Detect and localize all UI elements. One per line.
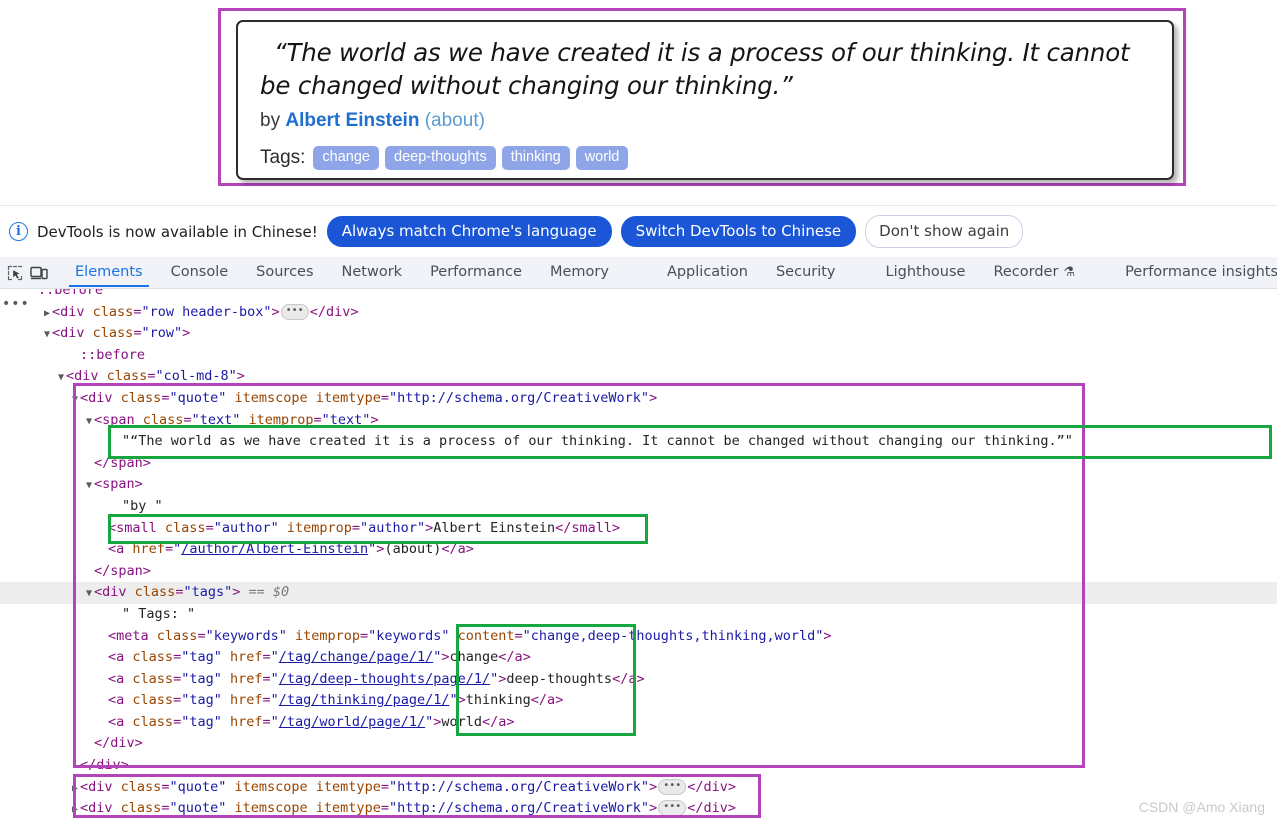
quote-byline: by Albert Einstein (about) [260,109,1150,133]
dom-gutter-more-icon[interactable]: ••• [2,296,30,312]
dom-node-row[interactable]: "“The world as we have created it is a p… [0,431,1277,453]
dom-node-row[interactable]: <a class="tag" href="/tag/thinking/page/… [0,690,1277,712]
annotation-quote-card-outline: “The world as we have created it is a pr… [218,8,1186,186]
dom-node-row[interactable]: <a class="tag" href="/tag/world/page/1/"… [0,712,1277,734]
dom-node-row[interactable]: <small class="author" itemprop="author">… [0,518,1277,540]
tab-label: Sources [256,264,314,280]
watermark: CSDN @Amo Xiang [1138,799,1265,815]
elements-dom-tree[interactable]: ::before ▶ <div class="row header-box"> •••… [0,289,1277,821]
tab-lighthouse[interactable]: Lighthouse [872,259,980,286]
disclosure-triangle-icon[interactable]: ▼ [70,389,80,411]
dom-node-row[interactable]: ▶ <div class="row header-box"> ••• </div> [0,302,1277,324]
tab-label: Security [775,264,836,280]
dom-node-row[interactable]: ::before [0,345,1277,367]
quote-text: “The world as we have created it is a pr… [260,38,1130,100]
disclosure-triangle-icon[interactable]: ▼ [56,367,66,389]
tab-label: Application [666,264,748,280]
tab-performance-insights[interactable]: Performance insights ⚗ [1111,259,1277,286]
dom-node-row[interactable]: ▼ <div class="col-md-8"> [0,366,1277,388]
tag-chip-deep-thoughts[interactable]: deep-thoughts [385,146,496,170]
dom-node-row[interactable]: ▶ <div class="quote" itemscope itemtype="… [0,798,1277,820]
dom-node-row[interactable]: ▼ <div class="tags"> == $0 [0,582,1277,604]
tab-elements[interactable]: Elements [61,259,157,287]
disclosure-triangle-icon[interactable]: ▶ [70,778,80,800]
experiment-flask-icon: ⚗ [1063,264,1076,280]
tab-performance[interactable]: Performance [416,259,536,286]
tab-memory[interactable]: Memory [536,259,623,286]
tab-label: Elements [75,264,143,280]
disclosure-triangle-icon[interactable]: ▼ [84,583,94,605]
tab-console[interactable]: Console [157,259,243,286]
device-toolbar-icon[interactable] [30,261,48,285]
tab-sources[interactable]: Sources [242,259,327,286]
dom-node-row[interactable]: <a class="tag" href="/tag/deep-thoughts/… [0,669,1277,691]
tab-label: Console [170,264,229,280]
tag-chip-world[interactable]: world [575,146,629,170]
tab-label: Memory [549,264,609,280]
browser-page-region: “The world as we have created it is a pr… [0,0,1277,205]
tab-label: Performance insights [1125,264,1277,280]
disclosure-triangle-icon[interactable]: ▶ [42,303,52,325]
by-label: by [260,110,281,131]
quote-card: “The world as we have created it is a pr… [236,20,1174,180]
disclosure-triangle-icon[interactable]: ▶ [70,799,80,821]
dom-node-row[interactable]: ▼ <div class="quote" itemscope itemtype="… [0,388,1277,410]
tab-label: Lighthouse [885,264,966,280]
dom-node-row[interactable]: ::before [0,289,1277,302]
tag-chip-change[interactable]: change [313,146,379,170]
dom-node-row[interactable]: </div> [0,733,1277,755]
tab-label: Performance [430,264,522,280]
tag-chip-thinking[interactable]: thinking [501,146,570,170]
dom-node-row[interactable]: </div> [0,755,1277,777]
dom-node-row[interactable]: <a class="tag" href="/tag/change/page/1/… [0,647,1277,669]
dom-node-row[interactable]: ▼ <div class="row"> [0,323,1277,345]
inspect-element-icon[interactable] [7,261,23,285]
author-name: Albert Einstein [285,110,420,131]
info-circle-icon: i [9,222,28,241]
dom-node-row[interactable]: </span> [0,453,1277,475]
tab-label: Recorder [993,264,1059,280]
tags-label: Tags: [260,146,306,168]
always-match-language-button[interactable]: Always match Chrome's language [326,216,612,247]
dom-node-row[interactable]: <meta class="keywords" itemprop="keyword… [0,626,1277,648]
disclosure-triangle-icon[interactable]: ▼ [42,324,52,346]
tab-application[interactable]: Application [653,259,762,286]
switch-devtools-language-button[interactable]: Switch DevTools to Chinese [620,216,857,247]
dont-show-again-button[interactable]: Don't show again [865,215,1024,248]
dom-node-row[interactable]: ▶ <div class="quote" itemscope itemtype="… [0,777,1277,799]
dom-node-row[interactable]: ▼ <span> [0,474,1277,496]
tags-row: Tags: change deep-thoughts thinking worl… [260,146,1150,170]
dom-node-row[interactable]: </span> [0,561,1277,583]
devtools-language-notification: i DevTools is now available in Chinese! … [0,205,1277,257]
disclosure-triangle-icon[interactable]: ▼ [84,475,94,497]
dom-node-row[interactable]: " Tags: " [0,604,1277,626]
dom-node-row[interactable]: <a href="/author/Albert-Einstein">(about… [0,539,1277,561]
tab-label: Network [341,264,403,280]
tab-recorder[interactable]: Recorder ⚗ [979,259,1089,286]
disclosure-triangle-icon[interactable]: ▼ [84,411,94,433]
devtools-tab-strip: Elements Console Sources Network Perform… [0,257,1277,289]
tab-security[interactable]: Security [762,259,850,286]
tab-network[interactable]: Network [328,259,417,286]
dom-node-row[interactable]: ▼ <span class="text" itemprop="text"> [0,410,1277,432]
notification-message: DevTools is now available in Chinese! [37,222,318,241]
dom-node-row[interactable]: "by " [0,496,1277,518]
author-about-link[interactable]: (about) [425,110,485,131]
